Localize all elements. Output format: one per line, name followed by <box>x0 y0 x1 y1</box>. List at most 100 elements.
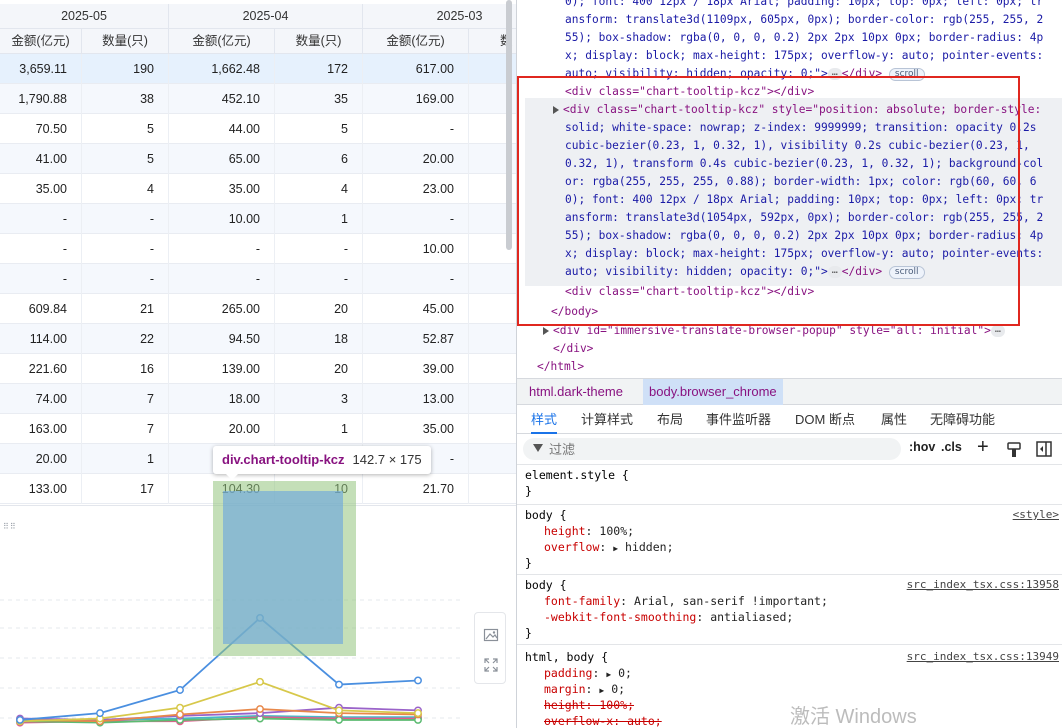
inspect-tooltip: div.chart-tooltip-kcz 142.7 × 175 <box>213 446 431 474</box>
table-cell: - <box>169 234 275 264</box>
table-row[interactable]: - - - -10.00 <box>0 234 516 264</box>
month-header-2: 2025-04 <box>169 4 363 29</box>
table-cell: 45.00 <box>363 294 469 324</box>
inspect-selector: div.chart-tooltip-kcz <box>222 452 345 467</box>
data-point[interactable] <box>16 715 24 724</box>
data-point[interactable] <box>256 677 264 686</box>
tab-layout[interactable]: 布局 <box>657 405 683 434</box>
hov-button[interactable]: :hov <box>909 440 935 454</box>
table-cell: 18 <box>275 324 363 354</box>
table-cell <box>469 324 516 354</box>
fullscreen-icon[interactable] <box>483 657 499 673</box>
rule-selector[interactable]: element.style { <box>525 467 629 483</box>
cls-button[interactable]: .cls <box>941 440 962 454</box>
overridden-declaration[interactable]: height: 100%; <box>544 697 634 713</box>
table-row[interactable]: 35.00 4 35.00 4 23.00 <box>0 174 516 204</box>
data-point[interactable] <box>96 709 104 718</box>
data-point[interactable] <box>256 705 264 713</box>
rule-selector[interactable]: html, body { <box>525 649 608 665</box>
expand-arrow-icon[interactable] <box>543 327 549 335</box>
data-point[interactable] <box>176 710 184 719</box>
style-declaration[interactable]: height: 100%; <box>544 523 634 539</box>
breadcrumb: html.dark-theme body.browser_chrome <box>517 378 1062 405</box>
table-row[interactable]: 74.00 7 18.00 3 13.00 <box>0 384 516 414</box>
filter-input[interactable] <box>549 440 889 458</box>
filter-box[interactable] <box>523 438 901 460</box>
data-point[interactable] <box>176 703 184 712</box>
tab-accessibility[interactable]: 无障碍功能 <box>930 405 995 434</box>
chart-toolbox <box>474 612 506 684</box>
table-cell: 70.50 <box>0 114 82 144</box>
table-month-header: 2025-05 2025-04 2025-03 <box>0 4 516 29</box>
data-point[interactable] <box>414 709 422 718</box>
windows-activation-watermark: 激活 Windows <box>790 706 917 728</box>
inspect-size: 142.7 × 175 <box>352 452 422 467</box>
rule-selector[interactable]: body { <box>525 507 567 523</box>
table-row[interactable]: 1,790.88 38 452.10 35 169.00 <box>0 84 516 114</box>
table-row[interactable]: 609.84 21 265.00 20 45.00 <box>0 294 516 324</box>
table-cell: 5 <box>82 144 169 174</box>
overridden-declaration[interactable]: overflow-x: auto; <box>544 713 662 728</box>
month-header-1: 2025-05 <box>0 4 169 29</box>
table-cell: 10.00 <box>363 234 469 264</box>
new-rule-button[interactable]: + <box>977 436 989 459</box>
annotation-red-box <box>517 76 1020 326</box>
tab-styles[interactable]: 样式 <box>531 405 558 434</box>
save-image-icon[interactable] <box>483 627 499 643</box>
table-row[interactable]: 114.00 22 94.50 18 52.87 <box>0 324 516 354</box>
table-sub-header: 金额(亿元) 数量(只) 金额(亿元) 数量(只) 金额(亿元) 数 <box>0 29 516 54</box>
data-point[interactable] <box>335 680 343 689</box>
table-row[interactable]: 163.00 7 20.00 1 35.00 <box>0 414 516 444</box>
dom-node[interactable]: </html> <box>537 358 584 376</box>
styles-pane: element.style { } body { <style> height:… <box>517 465 1062 728</box>
devtools-panel: 0); font: 400 12px / 18px Arial; padding… <box>516 0 1062 728</box>
table-cell: 44.00 <box>169 114 275 144</box>
table-cell: 65.00 <box>169 144 275 174</box>
table-row[interactable]: - -10.00 1- <box>0 204 516 234</box>
table-scrollbar[interactable] <box>506 0 512 250</box>
data-point[interactable] <box>414 676 422 685</box>
toggle-sidebar-icon[interactable] <box>1036 441 1052 457</box>
table-cell: 17 <box>82 474 169 504</box>
table-cell: 1 <box>275 414 363 444</box>
rule-source-link[interactable]: src_index_tsx.css:13958 <box>907 577 1059 593</box>
table-row[interactable]: 70.50 5 44.00 5- <box>0 114 516 144</box>
table-row[interactable]: 221.60 16 139.00 20 39.00 <box>0 354 516 384</box>
tab-computed[interactable]: 计算样式 <box>581 405 633 434</box>
tab-dom-breakpoints[interactable]: DOM 断点 <box>795 405 855 434</box>
table-cell: 21 <box>82 294 169 324</box>
ellipsis-badge[interactable]: … <box>990 325 1005 337</box>
data-point[interactable] <box>176 686 184 694</box>
table-cell: 5 <box>82 114 169 144</box>
table-cell: - <box>275 234 363 264</box>
dom-line: 0); font: 400 12px / 18px Arial; padding… <box>565 0 1044 8</box>
table-row[interactable]: 3,659.11 190 1,662.48 172 617.00 <box>0 54 516 84</box>
style-declaration[interactable]: font-family: Arial, san-serif !important… <box>544 593 828 609</box>
table-row[interactable]: 41.00 5 65.00 6 20.00 <box>0 144 516 174</box>
style-declaration[interactable]: -webkit-font-smoothing: antialiased; <box>544 609 793 625</box>
rule-selector[interactable]: body { <box>525 577 567 593</box>
rule-source-link[interactable]: src_index_tsx.css:13949 <box>907 649 1059 665</box>
table-cell <box>469 474 516 504</box>
data-point[interactable] <box>335 715 343 724</box>
page-viewport: 2025-05 2025-04 2025-03 金额(亿元) 数量(只) 金额(… <box>0 0 516 728</box>
paint-brush-icon[interactable] <box>1007 442 1021 458</box>
tab-event-listeners[interactable]: 事件监听器 <box>706 405 771 434</box>
breadcrumb-body[interactable]: body.browser_chrome <box>643 379 783 405</box>
table-cell: 190 <box>82 54 169 84</box>
table-cell: - <box>363 204 469 234</box>
table-cell: 35.00 <box>0 174 82 204</box>
filter-icon <box>533 444 543 452</box>
dom-node[interactable]: </div> <box>553 340 593 358</box>
table-cell: 35.00 <box>363 414 469 444</box>
style-declaration[interactable]: overflow: ▶ hidden; <box>544 539 674 557</box>
breadcrumb-html[interactable]: html.dark-theme <box>523 379 629 405</box>
table-row[interactable]: ----- <box>0 264 516 294</box>
data-point[interactable] <box>335 706 343 715</box>
rule-source-link[interactable]: <style> <box>1013 507 1059 523</box>
table-cell: 35.00 <box>169 174 275 204</box>
col-header-amount: 金额(亿元) <box>363 29 469 54</box>
tab-properties[interactable]: 属性 <box>881 405 907 434</box>
table-cell: 3 <box>275 384 363 414</box>
inspect-tooltip-arrow <box>226 474 238 480</box>
